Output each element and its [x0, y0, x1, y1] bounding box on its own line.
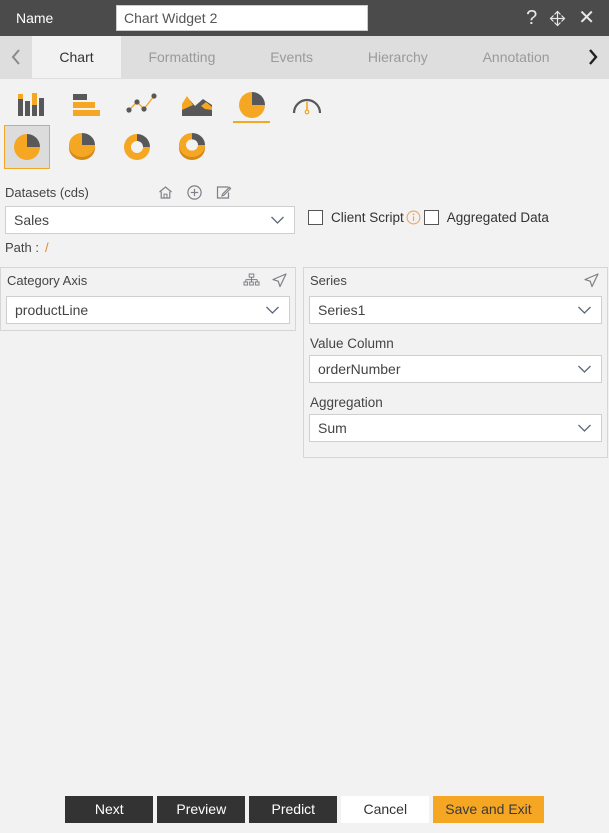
add-circle-icon[interactable]	[186, 184, 203, 201]
tabs-scroll-right-button[interactable]	[576, 36, 609, 78]
aggregation-select[interactable]: Sum	[309, 414, 602, 442]
chart-type-selector	[0, 79, 609, 173]
donut-3d-icon[interactable]	[169, 125, 215, 169]
pie-plain-icon[interactable]	[4, 125, 50, 169]
datasets-row: Sales Client Script Aggregated Data	[0, 206, 609, 234]
series-title: Series	[310, 272, 347, 288]
category-axis-header: Category Axis	[0, 267, 296, 292]
pie-3d-icon[interactable]	[59, 125, 105, 169]
chevron-down-icon	[270, 215, 285, 225]
category-axis-value: productLine	[15, 302, 89, 318]
tab-label: Annotation	[482, 49, 550, 65]
series-tools	[583, 272, 600, 288]
predict-button[interactable]: Predict	[249, 795, 338, 823]
hierarchy-icon[interactable]	[243, 273, 260, 288]
chart-type-row-primary	[0, 85, 609, 125]
series-select-value: Series1	[318, 302, 366, 318]
gauge-chart-icon[interactable]	[279, 85, 334, 125]
aggregation-value: Sum	[318, 420, 347, 436]
aggregated-data-checkbox[interactable]	[423, 210, 439, 225]
edit-icon[interactable]	[215, 184, 232, 201]
client-script-checkbox[interactable]	[308, 210, 323, 225]
path-label: Path :	[5, 240, 39, 255]
bar-chart-icon[interactable]	[4, 85, 59, 125]
tab-bar: Chart Formatting Events Hierarchy Annota…	[0, 36, 609, 79]
dataset-select[interactable]: Sales	[5, 206, 295, 234]
series-header: Series	[303, 267, 608, 292]
tab-annotation[interactable]: Annotation	[455, 36, 577, 78]
footer-button-bar: Next Preview Predict Cancel Save and Exi…	[0, 785, 609, 833]
donut-icon[interactable]	[114, 125, 160, 169]
chevron-down-icon	[577, 364, 592, 374]
tab-chart[interactable]: Chart	[32, 36, 122, 78]
move-icon[interactable]	[549, 10, 566, 27]
datasets-section: Datasets (cds) Sales Client Script Aggre…	[0, 173, 609, 255]
cursor-pointer-icon[interactable]	[583, 272, 600, 288]
horizontal-bar-chart-icon[interactable]	[59, 85, 114, 125]
value-column-label: Value Column	[310, 336, 394, 351]
save-and-exit-button[interactable]: Save and Exit	[433, 795, 544, 823]
info-icon[interactable]	[406, 210, 421, 225]
title-bar: Name ? ✕	[0, 0, 609, 36]
next-button[interactable]: Next	[65, 795, 154, 823]
widget-name-input[interactable]	[116, 5, 368, 31]
series-select[interactable]: Series1	[309, 296, 602, 324]
category-axis-select[interactable]: productLine	[6, 296, 290, 324]
series-body: Series1 Value Column orderNumber Aggrega…	[303, 292, 608, 458]
category-axis-body: productLine	[0, 292, 296, 331]
window-controls: ? ✕	[526, 8, 599, 28]
value-column-select[interactable]: orderNumber	[309, 355, 602, 383]
axis-series-panels: Category Axis productLine Series Series1…	[0, 267, 609, 458]
home-icon[interactable]	[157, 184, 174, 201]
category-axis-tools	[243, 272, 288, 288]
client-script-label: Client Script	[331, 210, 404, 225]
close-icon[interactable]: ✕	[578, 8, 595, 28]
datasets-toolbar	[157, 184, 232, 201]
series-panel: Series Series1 Value Column orderNumber	[303, 267, 608, 458]
tab-label: Chart	[59, 49, 94, 65]
tab-hierarchy[interactable]: Hierarchy	[340, 36, 456, 78]
area-chart-icon[interactable]	[169, 85, 224, 125]
chevron-down-icon	[577, 305, 592, 315]
tab-label: Formatting	[148, 49, 216, 65]
tab-events[interactable]: Events	[242, 36, 341, 78]
series-panel-spacer	[309, 442, 602, 452]
path-value: /	[44, 240, 49, 255]
category-axis-title: Category Axis	[7, 272, 88, 288]
datasets-label: Datasets (cds)	[5, 184, 89, 200]
chevron-down-icon	[265, 305, 280, 315]
help-icon[interactable]: ?	[526, 8, 537, 28]
tab-formatting[interactable]: Formatting	[121, 36, 243, 78]
dataset-select-value: Sales	[14, 212, 50, 228]
aggregation-label: Aggregation	[310, 395, 383, 410]
dataset-options: Client Script Aggregated Data	[308, 210, 549, 225]
cancel-button[interactable]: Cancel	[341, 795, 430, 823]
datasets-header: Datasets (cds)	[0, 181, 609, 203]
scatter-line-chart-icon[interactable]	[114, 85, 169, 125]
value-column-value: orderNumber	[318, 361, 401, 377]
chart-type-row-variants	[0, 125, 609, 169]
pie-chart-icon[interactable]	[224, 85, 279, 125]
tab-label: Hierarchy	[367, 49, 428, 65]
tab-label: Events	[270, 49, 314, 65]
tabs-scroll-left-button[interactable]	[0, 36, 32, 78]
chevron-down-icon	[577, 423, 592, 433]
dataset-path: Path : /	[0, 240, 609, 255]
aggregated-data-label: Aggregated Data	[446, 210, 549, 225]
category-axis-panel: Category Axis productLine	[0, 267, 296, 458]
preview-button[interactable]: Preview	[157, 795, 246, 823]
name-label: Name	[16, 10, 54, 26]
cursor-pointer-icon[interactable]	[271, 272, 288, 288]
